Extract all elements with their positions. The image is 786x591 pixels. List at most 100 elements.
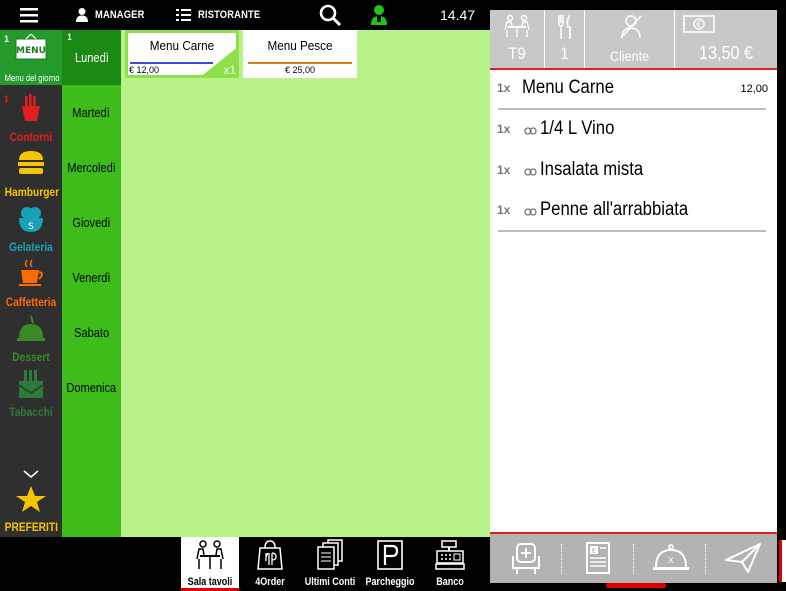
clock: 14.47 bbox=[440, 0, 475, 30]
total-cell[interactable]: € 13,50 € bbox=[675, 10, 777, 68]
link-icon bbox=[524, 208, 537, 216]
venue-selector[interactable]: RISTORANTE bbox=[176, 0, 271, 30]
category-badge: 1 bbox=[4, 34, 10, 44]
order-action-bar: € X bbox=[490, 532, 777, 583]
category-menu-del-giorno[interactable]: 1 MENU Menu del giorno bbox=[0, 30, 62, 85]
category-gelateria[interactable]: S Gelateria bbox=[0, 200, 62, 256]
day-sabato[interactable]: Sabato bbox=[62, 305, 121, 360]
category-hamburger[interactable]: Hamburger bbox=[0, 145, 62, 201]
nav-label: Parcheggio bbox=[365, 576, 415, 588]
category-badge: 1 bbox=[4, 94, 10, 104]
category-contorni[interactable]: 1 Contorni bbox=[0, 90, 62, 146]
order-line[interactable]: 1x 1/4 L Vino bbox=[496, 111, 768, 151]
table-cell[interactable]: T9 bbox=[490, 10, 545, 68]
table-number: T9 bbox=[508, 44, 526, 63]
tables-icon bbox=[196, 540, 224, 569]
day-label: Venerdì bbox=[72, 270, 111, 285]
hamburger-menu-icon[interactable] bbox=[18, 0, 40, 30]
user-account[interactable]: MANAGER bbox=[75, 0, 153, 30]
user-icon bbox=[76, 8, 88, 22]
nav-parcheggio[interactable]: Parcheggio bbox=[361, 537, 419, 591]
cutlery-icon bbox=[558, 14, 571, 39]
day-giovedi[interactable]: Giovedì bbox=[62, 195, 121, 250]
ice-cream-icon: S bbox=[19, 207, 43, 232]
order-line[interactable]: 1x Penne all'arrabbiata bbox=[496, 192, 768, 232]
top-bar: MANAGER RISTORANTE 14.47 bbox=[0, 0, 490, 30]
product-name: Menu Pesce bbox=[267, 38, 333, 53]
customer-cell[interactable]: Cliente bbox=[585, 10, 675, 68]
shopping-bag-icon bbox=[257, 540, 283, 570]
category-dessert[interactable]: Dessert bbox=[0, 310, 62, 366]
panel-handle[interactable] bbox=[606, 583, 666, 588]
day-mercoledi[interactable]: Mercoledì bbox=[62, 140, 121, 195]
day-label: Mercoledì bbox=[67, 160, 116, 175]
category-sidebar: 1 MENU Menu del giorno 1 Contorni Hambur… bbox=[0, 30, 62, 537]
nav-label: 4Order bbox=[255, 576, 285, 588]
line-name: Menu Carne bbox=[522, 77, 615, 98]
covers-cell[interactable]: 1 bbox=[545, 10, 585, 68]
day-badge: 1 bbox=[67, 32, 72, 42]
search-icon[interactable] bbox=[318, 0, 342, 30]
link-icon bbox=[524, 168, 537, 176]
category-label: Hamburger bbox=[4, 185, 60, 199]
product-grid: Menu Carne € 12,00 x1 Menu Pesce € 25,00 bbox=[121, 30, 490, 537]
covers-count: 1 bbox=[560, 44, 569, 63]
product-menu-carne[interactable]: Menu Carne € 12,00 x1 bbox=[125, 30, 239, 78]
nav-label: Banco bbox=[436, 576, 464, 588]
day-venerdi[interactable]: Venerdì bbox=[62, 250, 121, 305]
burger-icon bbox=[18, 151, 44, 174]
line-price: 12,00 bbox=[740, 83, 768, 95]
line-qty: 1x bbox=[497, 203, 511, 217]
nav-banco[interactable]: Banco bbox=[421, 537, 479, 591]
day-tabs: 1 Lunedì Martedì Mercoledì Giovedì Vener… bbox=[62, 30, 121, 537]
product-price: € 25,00 bbox=[284, 65, 316, 75]
nav-4order[interactable]: 4Order bbox=[241, 537, 299, 591]
nav-label: Sala tavoli bbox=[187, 576, 233, 588]
serve-cloche-icon: X bbox=[653, 544, 689, 570]
venue-name: RISTORANTE bbox=[198, 9, 261, 21]
category-caffetteria[interactable]: Caffetteria bbox=[0, 255, 62, 311]
customer-icon bbox=[620, 15, 642, 39]
day-label: Sabato bbox=[73, 325, 110, 340]
table-icon bbox=[504, 14, 530, 37]
send-order-icon bbox=[725, 543, 761, 573]
day-domenica[interactable]: Domenica bbox=[62, 360, 121, 415]
fries-icon bbox=[22, 94, 40, 121]
coffee-icon bbox=[19, 259, 43, 286]
category-label: Tabacchi bbox=[9, 405, 53, 419]
add-seat-icon bbox=[512, 543, 540, 574]
svg-text:S: S bbox=[28, 222, 34, 232]
waiter-icon[interactable] bbox=[370, 0, 388, 30]
receipts-icon bbox=[317, 539, 343, 570]
order-total: 13,50 € bbox=[698, 43, 754, 63]
category-tabacchi[interactable]: Tabacchi bbox=[0, 365, 62, 421]
category-label: Gelateria bbox=[9, 240, 53, 254]
product-menu-pesce[interactable]: Menu Pesce € 25,00 bbox=[243, 30, 357, 78]
add-seat-button[interactable] bbox=[490, 534, 562, 583]
menu-board-icon: MENU bbox=[15, 34, 47, 60]
svg-text:MENU: MENU bbox=[16, 46, 46, 56]
day-martedi[interactable]: Martedì bbox=[62, 85, 121, 140]
receipt-euro-icon: € bbox=[586, 542, 610, 574]
product-qty: x1 bbox=[223, 63, 236, 77]
bill-button[interactable]: € bbox=[562, 534, 634, 583]
serve-button[interactable]: X bbox=[634, 534, 706, 583]
category-preferiti[interactable]: PREFERITI bbox=[0, 480, 62, 536]
svg-text:€: € bbox=[696, 20, 701, 29]
order-line[interactable]: 1x Menu Carne 12,00 bbox=[496, 70, 768, 110]
nav-label: Ultimi Conti bbox=[304, 576, 356, 588]
product-price: € 12,00 bbox=[129, 65, 160, 75]
order-line[interactable]: 1x Insalata mista bbox=[496, 152, 768, 192]
category-label: Dessert bbox=[12, 350, 50, 364]
dessert-icon bbox=[17, 315, 45, 341]
clock-time: 14.47 bbox=[440, 7, 476, 23]
send-order-button[interactable] bbox=[706, 534, 778, 583]
product-color-line bbox=[248, 62, 352, 64]
nav-ultimi-conti[interactable]: Ultimi Conti bbox=[301, 537, 359, 591]
user-name: MANAGER bbox=[95, 9, 145, 21]
day-lunedi[interactable]: 1 Lunedì bbox=[62, 30, 121, 85]
side-handle[interactable] bbox=[779, 540, 786, 582]
line-qty: 1x bbox=[497, 163, 511, 177]
nav-sala-tavoli[interactable]: Sala tavoli bbox=[181, 537, 239, 591]
line-separator bbox=[498, 108, 766, 110]
